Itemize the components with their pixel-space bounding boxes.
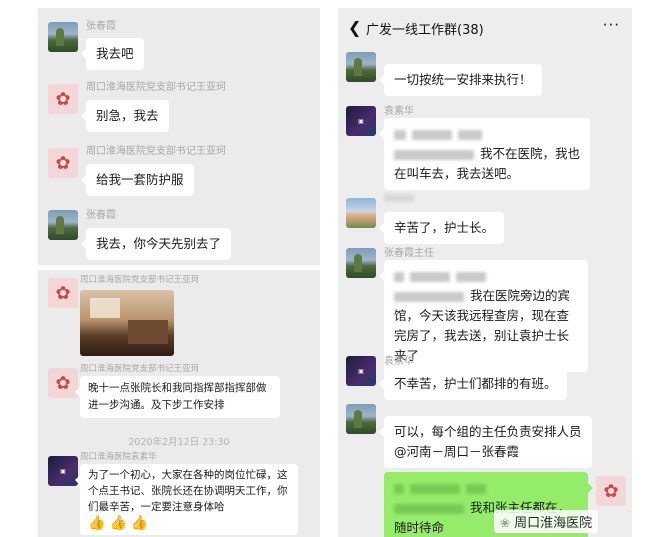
chat-screenshot-left-top: 张春霞 我去吧 ✿ 周口淮海医院党支部书记王亚珂 别急，我去 ✿ 周口淮海医院党… bbox=[38, 8, 320, 265]
watermark-text: 周口淮海医院 bbox=[514, 516, 593, 531]
avatar bbox=[346, 52, 376, 82]
message-bubble: 我在医院旁边的宾馆，今天该我远程查房，现在查完房了，我去送，别让袁护士长来了 bbox=[379, 260, 588, 372]
chevron-left-icon[interactable]: ❮ bbox=[348, 18, 361, 37]
message-bubble: 我不在医院，我也在叫车去，我去送吧。 bbox=[379, 118, 590, 190]
message-bubble: 辛苦了，护士长。 bbox=[378, 212, 505, 244]
blurred-name bbox=[384, 194, 414, 202]
watermark: ❀ 周口淮海医院 bbox=[494, 510, 599, 533]
avatar bbox=[48, 22, 78, 52]
sender-name: 袁素华 bbox=[384, 356, 414, 367]
chat-message: 张春霞 我去，你今天先别去了 bbox=[38, 198, 320, 264]
message-bubble: 我去，你今天先别去了 bbox=[80, 228, 232, 260]
more-icon[interactable]: ··· bbox=[603, 16, 620, 34]
chat-screenshot-right: ❮ 广发一线工作群(38) ··· 一切按统一安排来执行！ ▣ 袁素华 我不在医… bbox=[338, 8, 632, 537]
sender-name: 张春霞 bbox=[86, 21, 116, 32]
message-bubble: 别急，我去 bbox=[81, 100, 169, 132]
message-bubble: 给我一套防护服 bbox=[81, 164, 194, 196]
sender-name: 周口淮海医院党支部书记王亚珂 bbox=[86, 146, 226, 157]
message-bubble: 为了一个初心，大家在各种的岗位忙碌，这个点王书记、张院长还在协调明天工作，你们最… bbox=[75, 464, 298, 535]
thumbs-up-icon: 👍 bbox=[88, 515, 106, 531]
message-text: 为了一个初心，大家在各种的岗位忙碌，这个点王书记、张院长还在协调明天工作，你们最… bbox=[88, 469, 288, 513]
wechat-logo-icon: ❀ bbox=[500, 516, 511, 530]
chat-message: ✿ 周口淮海医院党支部书记王亚珂 给我一套防护服 bbox=[38, 134, 320, 196]
rabbit-avatar-icon: ✿ bbox=[596, 476, 626, 506]
avatar: ▣ bbox=[48, 456, 78, 486]
message-bubble: 不幸苦，护士们都排的有班。 bbox=[379, 368, 567, 400]
chat-message: 张春霞 我去吧 bbox=[38, 8, 320, 70]
sender-name: 周口淮海医院党支部书记王亚珂 bbox=[80, 275, 200, 285]
message-bubble: 可以，每个组的主任负责安排人员@河南－周口－张春霞 bbox=[379, 416, 592, 468]
sender-name: 周口淮海医院袁素华 bbox=[80, 452, 157, 462]
chat-title: 广发一线工作群(38) bbox=[366, 23, 484, 38]
sender-name: 袁素华 bbox=[384, 106, 414, 117]
sender-name: 周口淮海医院党支部书记王亚珂 bbox=[86, 82, 226, 93]
timestamp: 2020年2月12日 23:30 bbox=[128, 437, 230, 448]
rabbit-avatar-icon: ✿ bbox=[48, 84, 78, 114]
avatar bbox=[48, 210, 78, 240]
avatar: ▣ bbox=[346, 356, 376, 386]
message-bubble: 一切按统一安排来执行！ bbox=[379, 64, 542, 96]
thumbs-up-icon: 👍 bbox=[109, 515, 127, 531]
sender-name: 张春霞主任 bbox=[384, 248, 434, 259]
shared-photo[interactable] bbox=[80, 290, 174, 356]
thumbs-up-icon: 👍 bbox=[130, 515, 149, 531]
sender-name: 张春霞 bbox=[86, 210, 116, 221]
sender-name: 周口淮海医院党支部书记王亚珂 bbox=[80, 364, 200, 374]
rabbit-avatar-icon: ✿ bbox=[48, 148, 78, 178]
rabbit-avatar-icon: ✿ bbox=[48, 368, 78, 398]
message-bubble: 我去吧 bbox=[81, 38, 144, 70]
rabbit-avatar-icon: ✿ bbox=[48, 278, 78, 308]
avatar bbox=[346, 198, 376, 228]
avatar bbox=[346, 404, 376, 434]
avatar: ▣ bbox=[346, 106, 376, 136]
avatar bbox=[346, 248, 376, 278]
chat-message: ✿ 周口淮海医院党支部书记王亚珂 别急，我去 bbox=[38, 70, 320, 132]
chat-screenshot-left-bottom: ✿ 周口淮海医院党支部书记王亚珂 ✿ 周口淮海医院党支部书记王亚珂 晚十一点张院… bbox=[38, 270, 320, 537]
chat-header: ❮ 广发一线工作群(38) ··· bbox=[338, 8, 632, 48]
message-bubble: 晚十一点张院长和我同指挥部指挥部做进一步沟通。及下步工作安排 bbox=[75, 376, 280, 418]
